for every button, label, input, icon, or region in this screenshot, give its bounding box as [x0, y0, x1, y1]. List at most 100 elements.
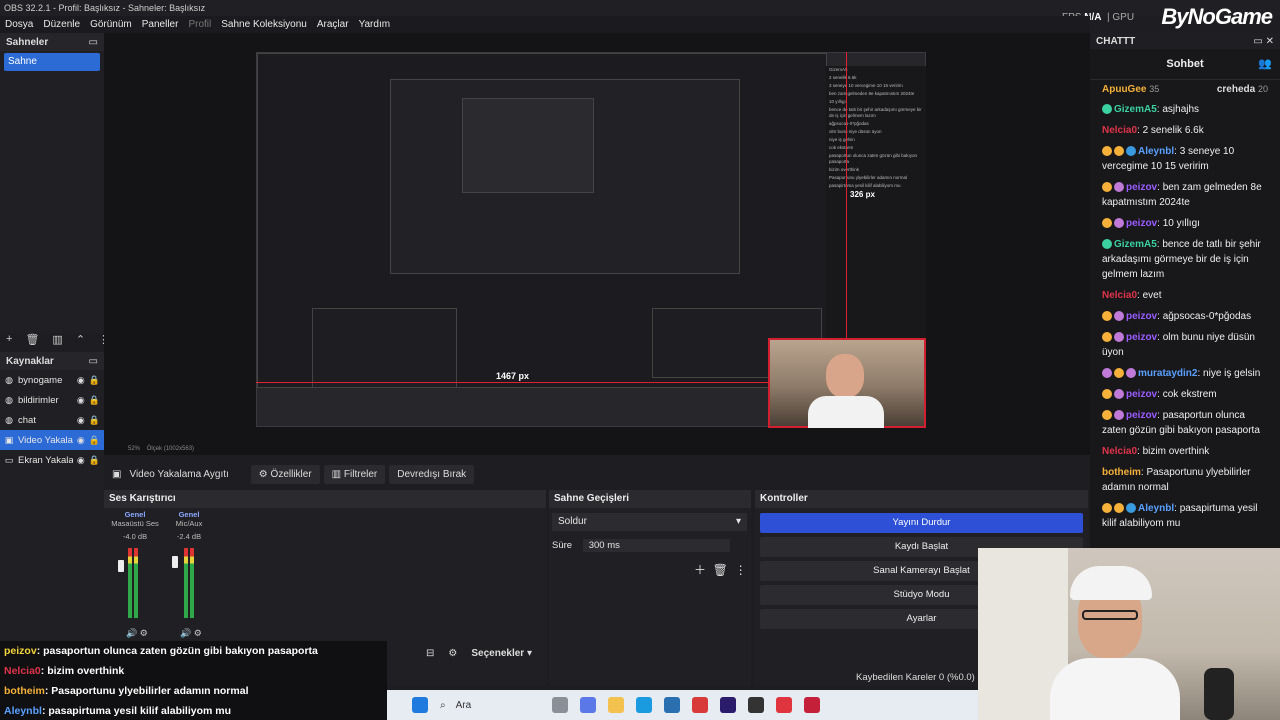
lock-icon[interactable]: 🔒 — [89, 435, 100, 446]
person-shirt — [808, 396, 884, 428]
volume-fader[interactable] — [118, 560, 124, 572]
filters-button[interactable]: ▥ Filtreler — [323, 464, 386, 484]
menu-tools[interactable]: Araçlar — [312, 19, 354, 30]
camera-icon: ▣ — [112, 468, 122, 480]
lock-icon[interactable]: 🔒 — [89, 375, 100, 386]
overlay-message: Aleynbl: pasapirtuma yesil kilif alabili… — [0, 701, 387, 720]
person-cap — [1070, 566, 1152, 600]
chat-message: peizov: ben zam gelmeden 8e kapatmıstım … — [1102, 182, 1262, 208]
source-item-bildirimler[interactable]: ◍ bildirimler ◉ 🔒 — [0, 390, 104, 410]
task-view-icon[interactable] — [552, 697, 568, 713]
eye-icon[interactable]: ◉ — [77, 435, 85, 446]
source-item-bynogame[interactable]: ◍ bynogame ◉ 🔒 — [0, 370, 104, 390]
stop-stream-button[interactable]: Yayını Durdur — [760, 513, 1083, 533]
close-icon[interactable]: ▭ ✕ — [1253, 36, 1274, 47]
chat-message: Nelcia0: bizim overthink — [1102, 446, 1210, 457]
menu-view[interactable]: Görünüm — [85, 19, 137, 30]
scenes-dock: Sahneler ▭ Sahne — [0, 33, 104, 333]
users-icon[interactable]: 👥 — [1258, 57, 1272, 70]
eye-icon[interactable]: ◉ — [77, 375, 85, 386]
audio-meter — [128, 548, 132, 618]
eye-icon[interactable]: ◉ — [77, 395, 85, 406]
scene-toolbar: + 🗑 ▥ ⌃ ⋮ — [0, 330, 109, 348]
chat-message: botheim: Pasaportunu ylyebilirler adamın… — [1102, 467, 1251, 493]
overlay-message: peizov: pasaportun olunca zaten gözün gi… — [0, 641, 387, 661]
dock-float-icon[interactable]: ▭ — [89, 37, 98, 48]
mixer-channel-mic: Genel Mic/Aux -2.4 dB — [162, 510, 216, 541]
lock-icon[interactable]: 🔒 — [89, 455, 100, 466]
windows-start-icon[interactable] — [412, 697, 428, 713]
taskbar-search[interactable]: ⌕ Ara — [440, 700, 540, 711]
options-button[interactable]: Seçenekler ▾ — [471, 648, 532, 659]
gear-icon[interactable]: ⚙ — [448, 648, 457, 659]
person-shirt — [1050, 658, 1180, 720]
globe-icon: ◍ — [5, 374, 13, 385]
menu-docks[interactable]: Paneller — [137, 19, 184, 30]
controls-title: Kontroller — [755, 490, 1088, 508]
source-item-screen-capture[interactable]: ▭ Ekran Yakalama ◉ 🔒 — [0, 450, 104, 470]
chat-title-bar: CHATTT ▭ ✕ — [1090, 33, 1280, 49]
deactivate-button[interactable]: Devredışı Bırak — [389, 464, 475, 484]
audio-meter — [184, 548, 188, 618]
copilot-icon[interactable] — [580, 697, 596, 713]
speaker-icon[interactable]: 🔊 ⚙ — [126, 628, 148, 639]
app-icon[interactable] — [804, 697, 820, 713]
scene-item[interactable]: Sahne — [4, 53, 100, 71]
premiere-icon[interactable] — [720, 697, 736, 713]
selected-source-label: Video Yakalama Aygıtı — [129, 468, 229, 480]
layout-icon[interactable]: ⊟ — [426, 648, 434, 659]
add-icon[interactable]: + — [6, 333, 12, 345]
menu-scene-collection[interactable]: Sahne Koleksiyonu — [216, 19, 312, 30]
chevron-up-icon[interactable]: ⌃ — [76, 333, 85, 346]
distance-guide — [256, 382, 768, 383]
properties-button[interactable]: ⚙ Özellikler — [250, 464, 320, 484]
chat-message: peizov: pasaportun olunca zaten gözün gi… — [1102, 410, 1260, 436]
sources-dock: Kaynaklar ▭ ◍ bynogame ◉ 🔒 ◍ bildirimler… — [0, 352, 104, 642]
lock-icon[interactable]: 🔒 — [89, 415, 100, 426]
zoom-indicator: 52% Ölçek (1002x563) — [128, 446, 195, 452]
eye-icon[interactable]: ◉ — [77, 455, 85, 466]
source-item-chat[interactable]: ◍ chat ◉ 🔒 — [0, 410, 104, 430]
source-item-video-capture[interactable]: ▣ Video Yakalama Aygıtı ◉ 🔒 — [0, 430, 104, 450]
menu-profile[interactable]: Profil — [183, 19, 216, 30]
lock-icon[interactable]: 🔒 — [89, 395, 100, 406]
video-capture-source[interactable] — [768, 338, 926, 428]
trash-icon[interactable]: 🗑 — [25, 333, 39, 346]
store-icon[interactable] — [664, 697, 680, 713]
eye-icon[interactable]: ◉ — [77, 415, 85, 426]
duration-field[interactable]: 300 ms — [582, 539, 730, 552]
obs-icon[interactable] — [748, 697, 764, 713]
chevron-down-icon: ▾ — [735, 516, 741, 527]
top-gifters: ApuuGee 35 creheda 20 — [1102, 84, 1268, 95]
chat-message: peizov: 10 yıllıgı — [1090, 213, 1280, 234]
chat-dock: CHATTT ▭ ✕ Sohbet 👥 ApuuGee 35 creheda 2… — [1090, 33, 1280, 553]
distance-guide — [846, 52, 847, 338]
sources-title: Kaynaklar — [6, 355, 54, 367]
channel-db: -2.4 dB — [176, 532, 202, 541]
chat-message: GizemA5: asjhajhs — [1090, 99, 1280, 120]
menu-help[interactable]: Yardım — [354, 19, 396, 30]
speaker-icon[interactable]: 🔊 ⚙ — [180, 628, 202, 639]
file-explorer-icon[interactable] — [608, 697, 624, 713]
vivaldi-icon[interactable] — [692, 697, 708, 713]
menu-file[interactable]: Dosya — [0, 19, 38, 30]
chat-title: CHATTT — [1096, 35, 1136, 47]
menu-bar: Dosya Düzenle Görünüm Paneller Profil Sa… — [0, 16, 1090, 33]
scenes-title-bar: Sahneler ▭ — [0, 33, 104, 51]
chat-message: peizov: ağpsocas-0*pğodas — [1090, 306, 1280, 327]
add-transition-icon[interactable]: ＋ 🗑 ⋮ — [694, 561, 747, 578]
distance-label: 326 px — [850, 190, 875, 199]
nested-obs-screenshot-deep — [462, 98, 594, 193]
app-icon[interactable] — [776, 697, 792, 713]
person-glasses — [1082, 610, 1138, 620]
edge-icon[interactable] — [636, 697, 652, 713]
filter-icon[interactable]: ▥ — [52, 333, 62, 346]
volume-fader[interactable] — [172, 556, 178, 568]
menu-edit[interactable]: Düzenle — [38, 19, 85, 30]
lost-frames-status: Kaybedilen Kareler 0 (%0.0) — [856, 672, 975, 683]
channel-name: Masaüstü Ses — [111, 519, 159, 528]
chat-message: peizov: olm bunu niye düsün üyon — [1102, 332, 1255, 358]
dock-float-icon[interactable]: ▭ — [89, 356, 98, 367]
distance-label: 1467 px — [496, 371, 530, 381]
transition-select[interactable]: Soldur ▾ — [552, 513, 747, 531]
